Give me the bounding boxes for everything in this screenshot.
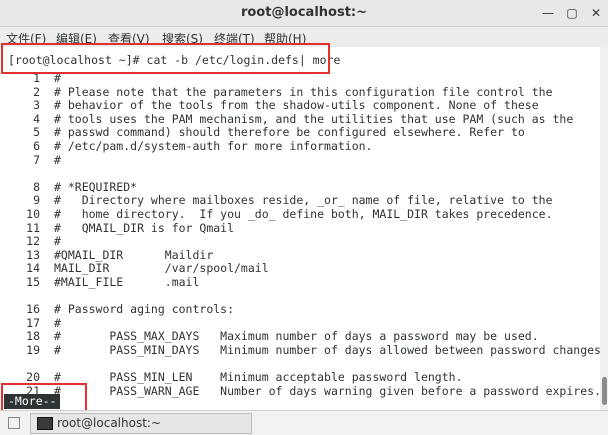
line-number: 19 (26, 343, 40, 357)
line-number: 11 (26, 220, 40, 235)
output-line (0, 357, 54, 371)
line-text: # /etc/pam.d/system-auth for more inform… (54, 139, 373, 153)
minimize-icon[interactable]: — (540, 5, 556, 21)
output-line: 5 # passwd command) should therefore be c… (0, 125, 525, 139)
line-number: 7 (33, 152, 40, 167)
line-text (40, 166, 54, 180)
line-number: 2 (33, 84, 40, 99)
command-highlight-box (1, 43, 330, 74)
line-number: 17 (26, 315, 40, 330)
line-text: # Password aging controls: (54, 302, 235, 317)
line-number: 10 (26, 207, 40, 221)
taskbar-item-label: root@localhost:~ (57, 416, 162, 430)
line-number: 16 (26, 302, 40, 317)
terminal-icon (37, 417, 53, 430)
output-line: 17 # (0, 316, 61, 330)
line-text: # PASS_MIN_LEN Minimum acceptable passwo… (54, 370, 463, 385)
line-text: MAIL_DIR /var/spool/mail (54, 261, 269, 276)
output-line (0, 166, 54, 180)
output-line: 2 # Please note that the parameters in th… (0, 84, 553, 99)
line-text: # (54, 315, 61, 330)
output-line: 19 # PASS_MIN_DAYS Minimum number of days… (0, 343, 601, 357)
line-text (40, 289, 54, 303)
line-text: # Please note that the parameters in thi… (54, 84, 553, 99)
line-text: # home directory. If you _do_ define bot… (54, 207, 553, 221)
line-number: 15 (26, 275, 40, 289)
taskbar: root@localhost:~ (0, 410, 608, 435)
line-text: #MAIL_FILE .mail (54, 275, 200, 289)
show-desktop-icon[interactable] (8, 417, 20, 429)
line-text: # PASS_WARN_AGE Number of days warning g… (54, 383, 601, 398)
line-text: # tools uses the PAM mechanism, and the … (54, 111, 574, 126)
line-text: # (54, 234, 61, 249)
output-line: 4 # tools uses the PAM mechanism, and the… (0, 112, 573, 126)
line-number: 5 (33, 125, 40, 140)
line-text: # QMAIL_DIR is for Qmail (54, 220, 235, 235)
window-title: root@localhost:~ (240, 5, 368, 20)
output-line: 12 # (0, 234, 61, 248)
taskbar-item-terminal[interactable]: root@localhost:~ (30, 413, 252, 434)
terminal-area[interactable]: [root@localhost ~]# cat -b /etc/login.de… (0, 47, 601, 410)
line-text: # PASS_MIN_DAYS Minimum number of days a… (54, 343, 601, 357)
output-line: 18 # PASS_MAX_DAYS Maximum number of days… (0, 329, 539, 343)
line-number: 3 (33, 98, 40, 113)
line-text (40, 357, 54, 371)
scrollbar-thumb[interactable] (602, 377, 607, 405)
close-icon[interactable]: ✕ (588, 5, 604, 21)
scrollbar[interactable] (600, 47, 608, 410)
line-text: # Directory where mailboxes reside, _or_… (54, 193, 553, 208)
line-number: 14 (26, 261, 40, 276)
output-line: 6 # /etc/pam.d/system-auth for more infor… (0, 139, 373, 153)
title-bar: root@localhost:~ — ▢ ✕ (0, 0, 608, 27)
line-number: 4 (33, 111, 40, 126)
line-number: 8 (33, 179, 40, 194)
output-line: 13 #QMAIL_DIR Maildir (0, 248, 213, 262)
line-text: # behavior of the tools from the shadow-… (54, 98, 539, 113)
line-number: 9 (33, 193, 40, 208)
line-text: # passwd command) should therefore be co… (54, 125, 525, 140)
line-text: # (54, 152, 61, 167)
output-line: 11 # QMAIL_DIR is for Qmail (0, 221, 234, 235)
line-number: 13 (26, 247, 40, 262)
output-line: 16 # Password aging controls: (0, 302, 234, 316)
output-line: 9 # Directory where mailboxes reside, _or… (0, 193, 553, 208)
line-number: 12 (26, 234, 40, 249)
output-line: 7 # (0, 153, 61, 167)
line-number: 18 (26, 329, 40, 344)
output-line: 15 #MAIL_FILE .mail (0, 275, 199, 289)
output-line: 14 MAIL_DIR /var/spool/mail (0, 261, 269, 275)
output-line (0, 289, 54, 303)
line-text: # PASS_MAX_DAYS Maximum number of days a… (54, 329, 539, 344)
line-text: # *REQUIRED* (54, 179, 138, 194)
maximize-icon[interactable]: ▢ (564, 5, 580, 21)
line-number: 6 (33, 139, 40, 153)
output-line: 8 # *REQUIRED* (0, 180, 137, 194)
output-line: 21 # PASS_WARN_AGE Number of days warning… (0, 384, 601, 398)
line-text: #QMAIL_DIR Maildir (54, 247, 214, 262)
output-line: 10 # home directory. If you _do_ define b… (0, 207, 553, 221)
output-line: 3 # behavior of the tools from the shadow… (0, 98, 539, 112)
